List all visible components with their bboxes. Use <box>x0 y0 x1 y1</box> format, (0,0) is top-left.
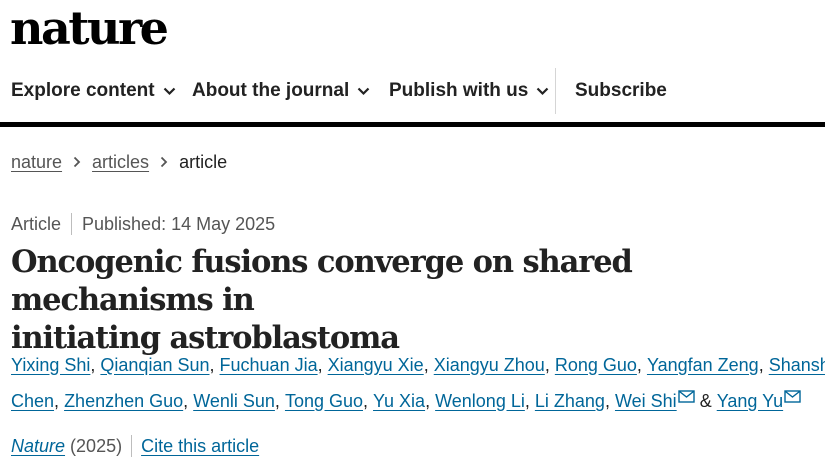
breadcrumb-articles[interactable]: articles <box>92 152 149 173</box>
author-line: Yixing Shi, Qianqian Sun, Fuchuan Jia, X… <box>11 347 825 383</box>
author-separator: , <box>183 390 189 411</box>
citation-year: (2025) <box>70 435 123 456</box>
nav-publish-with-us[interactable]: Publish with us <box>389 60 549 122</box>
author-ampersand: & <box>699 390 712 411</box>
author-link[interactable]: Rong Guo <box>555 355 637 376</box>
nav-subscribe[interactable]: Subscribe <box>575 60 667 122</box>
author-link[interactable]: Shanshan <box>769 355 825 376</box>
cite-this-article-link[interactable]: Cite this article <box>141 436 259 457</box>
mail-icon[interactable] <box>784 389 801 403</box>
author-separator: , <box>54 390 60 411</box>
nav-divider <box>555 68 556 114</box>
author-link[interactable]: Xiangyu Xie <box>328 355 424 376</box>
author-list: Yixing Shi, Qianqian Sun, Fuchuan Jia, X… <box>11 347 825 419</box>
article-title: Oncogenic fusions converge on shared mec… <box>11 243 825 357</box>
author-link[interactable]: Chen <box>11 391 54 412</box>
author-link[interactable]: Wenlong Li <box>435 391 525 412</box>
breadcrumb: nature articles article <box>11 150 227 174</box>
nav-about-journal[interactable]: About the journal <box>192 60 370 122</box>
author-separator: , <box>636 354 642 375</box>
journal-link[interactable]: Nature <box>11 436 65 457</box>
author-link[interactable]: Wei Shi <box>615 391 677 412</box>
author-separator: , <box>363 390 369 411</box>
citation: Nature (2025) Cite this article <box>11 433 259 459</box>
article-meta: Article Published: 14 May 2025 <box>11 212 275 236</box>
author-link[interactable]: Tong Guo <box>285 391 363 412</box>
published-date: Published: 14 May 2025 <box>82 213 276 234</box>
nav-label: About the journal <box>192 80 350 101</box>
author-link[interactable]: Fuchuan Jia <box>220 355 318 376</box>
title-line: Oncogenic fusions converge on shared mec… <box>11 244 633 318</box>
main-nav: Explore content About the journal Publis… <box>0 60 825 122</box>
nav-explore-content[interactable]: Explore content <box>11 60 176 122</box>
author-link[interactable]: Yu Xia <box>373 391 425 412</box>
author-link[interactable]: Yangfan Zeng <box>647 355 759 376</box>
chevron-down-icon <box>163 87 176 96</box>
nav-bottom-rule <box>0 122 825 127</box>
nature-logo[interactable]: nature <box>10 0 169 58</box>
author-link[interactable]: Li Zhang <box>535 391 605 412</box>
author-separator: , <box>274 390 280 411</box>
author-separator: , <box>604 390 610 411</box>
author-link[interactable]: Yixing Shi <box>11 355 90 376</box>
meta-divider <box>71 213 73 235</box>
author-separator: , <box>90 354 96 375</box>
author-separator: , <box>524 390 530 411</box>
breadcrumb-current: article <box>179 151 228 172</box>
author-link[interactable]: Yang Yu <box>717 391 783 412</box>
author-separator: , <box>544 354 550 375</box>
author-line: Chen, Zhenzhen Guo, Wenli Sun, Tong Guo,… <box>11 383 823 419</box>
author-separator: , <box>317 354 323 375</box>
author-separator: , <box>209 354 215 375</box>
nav-label: Explore content <box>11 80 155 101</box>
author-link[interactable]: Zhenzhen Guo <box>64 391 183 412</box>
citation-divider <box>131 435 133 457</box>
article-type: Article <box>11 213 62 234</box>
author-separator: , <box>758 354 764 375</box>
nav-label: Publish with us <box>389 80 529 101</box>
author-separator: , <box>425 390 431 411</box>
author-link[interactable]: Wenli Sun <box>193 391 275 412</box>
mail-icon[interactable] <box>677 389 695 403</box>
chevron-down-icon <box>357 87 370 96</box>
chevron-right-icon <box>160 156 168 168</box>
nav-label: Subscribe <box>575 80 667 101</box>
chevron-right-icon <box>73 156 81 168</box>
author-link[interactable]: Xiangyu Zhou <box>434 355 545 376</box>
breadcrumb-nature[interactable]: nature <box>11 152 62 173</box>
chevron-down-icon <box>536 87 549 96</box>
author-link[interactable]: Qianqian Sun <box>100 355 209 376</box>
author-separator: , <box>423 354 429 375</box>
